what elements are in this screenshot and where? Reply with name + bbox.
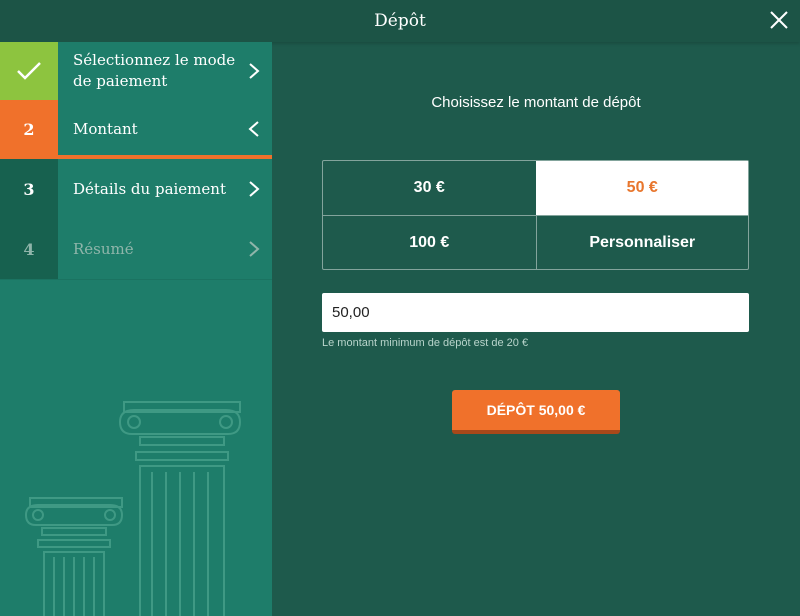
step-summary: 4 Résumé (0, 219, 272, 280)
step-amount[interactable]: 2 Montant (0, 100, 272, 159)
amount-input[interactable] (322, 293, 749, 332)
amount-option-50[interactable]: 50 € (535, 161, 748, 215)
greek-columns-illustration (24, 401, 242, 616)
chevron-right-icon (249, 181, 260, 197)
amount-option-100[interactable]: 100 € (323, 215, 536, 269)
step-payment-method[interactable]: Sélectionnez le mode de paiement (0, 42, 272, 101)
step-label-2: Montant (73, 119, 138, 138)
amount-prompt: Choisissez le montant de dépôt (431, 94, 641, 111)
chevron-right-icon (249, 241, 260, 257)
step-marker-4: 4 (0, 219, 58, 279)
chevron-left-icon (248, 121, 259, 137)
check-icon (17, 62, 41, 80)
step-marker-3: 3 (0, 159, 58, 219)
step-label-4: Résumé (73, 239, 134, 258)
step-marker-1 (0, 42, 58, 100)
steps-sidebar: Sélectionnez le mode de paiement 2 Monta… (0, 42, 272, 616)
deposit-button[interactable]: DÉPÔT 50,00 € (452, 390, 620, 434)
step-label-1: Sélectionnez le mode de paiement (73, 51, 236, 90)
minimum-amount-hint: Le montant minimum de dépôt est de 20 € (322, 337, 529, 349)
modal-title: Dépôt (374, 11, 426, 31)
amount-options: 30 € 50 € 100 € Personnaliser (322, 160, 749, 270)
step-payment-details[interactable]: 3 Détails du paiement (0, 159, 272, 220)
step-label-3: Détails du paiement (73, 179, 226, 198)
amount-option-30[interactable]: 30 € (323, 161, 536, 215)
modal-header: Dépôt (0, 0, 800, 42)
deposit-panel: Choisissez le montant de dépôt 30 € 50 €… (272, 42, 800, 616)
step-marker-2: 2 (0, 100, 58, 158)
close-icon[interactable] (768, 9, 790, 31)
amount-option-custom[interactable]: Personnaliser (535, 215, 748, 269)
chevron-right-icon (249, 63, 260, 79)
